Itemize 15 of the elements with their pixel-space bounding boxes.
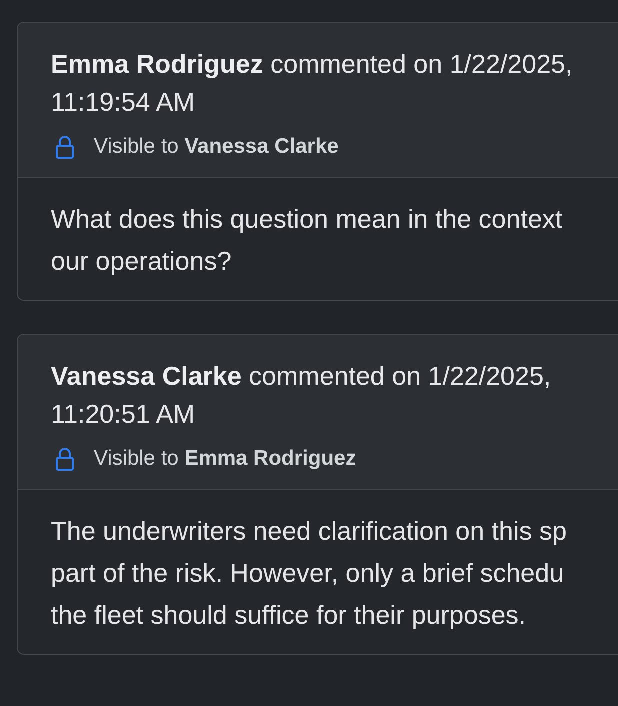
comment-text: the fleet should suffice for their purposes. — [51, 599, 528, 632]
lock-icon — [54, 447, 76, 471]
comment-author: Vanessa Clarke — [51, 361, 242, 391]
comment-action: commented on 1/22/2025, — [270, 49, 573, 79]
visibility-text: Visible to Emma Rodriguez — [94, 447, 356, 471]
visibility-text: Visible to Vanessa Clarke — [94, 135, 339, 159]
comment-text: The underwriters need clarification on this sp — [51, 515, 568, 548]
comment-author: Emma Rodriguez — [51, 49, 264, 79]
comment-time: 11:20:51 AM — [51, 398, 196, 431]
comment-time: 11:19:54 AM — [51, 86, 196, 119]
lock-icon — [54, 135, 76, 159]
comment-text: part of the risk. However, only a brief schedu — [51, 557, 566, 590]
comment-text: What does this question mean in the context — [51, 203, 564, 236]
comment-text: our operations? — [51, 245, 233, 278]
comment-action: commented on 1/22/2025, — [249, 361, 552, 391]
